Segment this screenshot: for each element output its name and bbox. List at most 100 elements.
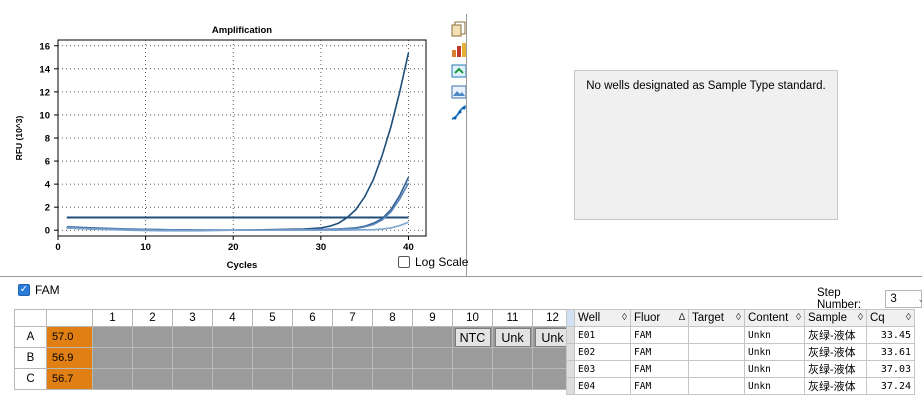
- result-cell[interactable]: 37.03: [866, 360, 915, 378]
- result-cell[interactable]: 灰绿-液体: [804, 360, 867, 378]
- plate-corner[interactable]: [14, 309, 47, 327]
- plate-well[interactable]: [332, 368, 373, 390]
- row-selector[interactable]: [566, 343, 575, 361]
- result-cell[interactable]: Unkn: [744, 343, 805, 361]
- plate-well[interactable]: [132, 368, 173, 390]
- plate-column-header[interactable]: 7: [332, 309, 373, 327]
- result-cell[interactable]: FAM: [630, 343, 689, 361]
- result-cell[interactable]: Unkn: [744, 326, 805, 344]
- plate-corner[interactable]: [46, 309, 93, 327]
- plate-well[interactable]: [132, 326, 173, 348]
- plate-well[interactable]: [372, 347, 413, 369]
- plate-well[interactable]: [292, 326, 333, 348]
- plate-row-header[interactable]: C: [14, 368, 47, 390]
- plate-well[interactable]: [132, 347, 173, 369]
- result-cell[interactable]: FAM: [630, 377, 689, 395]
- plate-well[interactable]: [172, 347, 213, 369]
- column-header-content[interactable]: Content ◊: [744, 309, 805, 327]
- plate-well[interactable]: [292, 347, 333, 369]
- plate-well[interactable]: [332, 326, 373, 348]
- result-cell[interactable]: [688, 377, 745, 395]
- result-cell[interactable]: [688, 360, 745, 378]
- row-selector[interactable]: [566, 326, 575, 344]
- plate-column-header[interactable]: 5: [252, 309, 293, 327]
- refresh-icon[interactable]: [451, 63, 467, 79]
- result-cell[interactable]: 33.45: [866, 326, 915, 344]
- curve-fit-icon[interactable]: [451, 105, 467, 121]
- column-header-sample[interactable]: Sample ◊: [804, 309, 867, 327]
- copy-icon[interactable]: [451, 21, 467, 37]
- plate-well[interactable]: [492, 368, 533, 390]
- panel-divider-horizontal[interactable]: [0, 276, 922, 277]
- result-cell[interactable]: FAM: [630, 360, 689, 378]
- plate-well[interactable]: [172, 368, 213, 390]
- plate-well[interactable]: [172, 326, 213, 348]
- plate-well[interactable]: [92, 347, 133, 369]
- results-table[interactable]: Well ◊ Fluor ∆ Target ◊ Content ◊ Sample ◊ Cq ◊ E01 F…: [566, 309, 915, 395]
- result-cell[interactable]: E04: [574, 377, 631, 395]
- image-icon[interactable]: [451, 84, 467, 100]
- result-cell[interactable]: 灰绿-液体: [804, 343, 867, 361]
- plate-map[interactable]: 1 2 3 4 5 6 7 8 9 10 11 12 A 57.0 NTC Unk Unk B 56.9 C 56.7: [14, 309, 573, 390]
- plate-well[interactable]: [452, 347, 493, 369]
- sort-icon[interactable]: ◊: [736, 312, 741, 323]
- row-selector-header[interactable]: [566, 309, 575, 327]
- result-cell[interactable]: 灰绿-液体: [804, 377, 867, 395]
- plate-well[interactable]: [92, 368, 133, 390]
- plate-well[interactable]: [492, 347, 533, 369]
- plate-column-header[interactable]: 8: [372, 309, 413, 327]
- result-cell[interactable]: 37.24: [866, 377, 915, 395]
- plate-column-header[interactable]: 11: [492, 309, 533, 327]
- plate-well[interactable]: [212, 368, 253, 390]
- results-table-container[interactable]: Well ◊ Fluor ∆ Target ◊ Content ◊ Sample ◊ Cq ◊ E01 F…: [566, 309, 922, 408]
- plate-well[interactable]: [92, 326, 133, 348]
- plate-well[interactable]: [372, 368, 413, 390]
- column-header-fluor[interactable]: Fluor ∆: [630, 309, 689, 327]
- result-cell[interactable]: 33.61: [866, 343, 915, 361]
- plate-row-header[interactable]: B: [14, 347, 47, 369]
- plate-well[interactable]: [252, 326, 293, 348]
- column-header-well[interactable]: Well ◊: [574, 309, 631, 327]
- plate-column-header[interactable]: 4: [212, 309, 253, 327]
- sort-icon[interactable]: ∆: [679, 312, 685, 323]
- column-header-cq[interactable]: Cq ◊: [866, 309, 915, 327]
- plate-well[interactable]: [452, 368, 493, 390]
- result-cell[interactable]: [688, 326, 745, 344]
- fam-checkbox[interactable]: ✓: [18, 284, 30, 296]
- plate-column-header[interactable]: 3: [172, 309, 213, 327]
- result-cell[interactable]: E01: [574, 326, 631, 344]
- result-cell[interactable]: 灰绿-液体: [804, 326, 867, 344]
- amplification-chart[interactable]: Amplification Cycles RFU (10^3) 0 10 20 30 40 0 2…: [0, 0, 470, 278]
- plate-well[interactable]: [212, 326, 253, 348]
- result-cell[interactable]: E03: [574, 360, 631, 378]
- chevron-down-icon[interactable]: ⌄: [917, 291, 922, 307]
- log-scale-toggle[interactable]: Log Scale: [398, 255, 468, 269]
- plate-well[interactable]: [252, 368, 293, 390]
- panel-divider-vertical[interactable]: [466, 14, 467, 276]
- step-number-select[interactable]: 3 ⌄: [885, 290, 922, 308]
- sort-icon[interactable]: ◊: [796, 312, 801, 323]
- plate-well[interactable]: Unk: [492, 326, 533, 348]
- plate-column-header[interactable]: 9: [412, 309, 453, 327]
- plate-column-header[interactable]: 10: [452, 309, 493, 327]
- result-cell[interactable]: Unkn: [744, 360, 805, 378]
- sort-icon[interactable]: ◊: [622, 312, 627, 323]
- plate-well[interactable]: [332, 347, 373, 369]
- plate-well[interactable]: [292, 368, 333, 390]
- plate-well[interactable]: [252, 347, 293, 369]
- sort-icon[interactable]: ◊: [906, 312, 911, 323]
- column-header-target[interactable]: Target ◊: [688, 309, 745, 327]
- result-cell[interactable]: FAM: [630, 326, 689, 344]
- plate-well[interactable]: [412, 347, 453, 369]
- row-selector[interactable]: [566, 360, 575, 378]
- plate-column-header[interactable]: 6: [292, 309, 333, 327]
- result-cell[interactable]: [688, 343, 745, 361]
- row-selector[interactable]: [566, 377, 575, 395]
- result-cell[interactable]: E02: [574, 343, 631, 361]
- plate-well[interactable]: [372, 326, 413, 348]
- plate-well[interactable]: [412, 326, 453, 348]
- plate-well[interactable]: NTC: [452, 326, 493, 348]
- plate-column-header[interactable]: 1: [92, 309, 133, 327]
- plate-well[interactable]: [412, 368, 453, 390]
- sort-icon[interactable]: ◊: [858, 312, 863, 323]
